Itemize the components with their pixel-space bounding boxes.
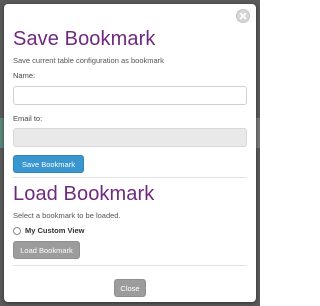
load-bookmark-description: Select a bookmark to be loaded. [13,211,121,220]
name-input[interactable] [13,86,247,105]
save-bookmark-description: Save current table configuration as book… [13,56,164,65]
section-divider [13,177,247,178]
email-label: Email to: [13,114,43,123]
bookmark-option-label[interactable]: My Custom View [25,226,84,236]
bookmark-radio[interactable] [13,227,21,235]
close-x-glyph [239,12,247,20]
save-bookmark-title: Save Bookmark [13,28,156,50]
email-input[interactable] [13,128,247,147]
load-bookmark-title: Load Bookmark [13,183,155,205]
name-label: Name: [13,71,36,80]
load-bookmark-button[interactable]: Load Bookmark [13,241,80,259]
bookmark-option[interactable]: My Custom View [13,226,84,236]
close-button[interactable]: Close [114,279,146,297]
save-bookmark-button[interactable]: Save Bookmark [13,155,84,173]
close-circle-icon[interactable] [236,9,250,23]
bookmark-modal: Save Bookmark Save current table configu… [4,4,256,302]
screen: Save Bookmark Save current table configu… [0,0,260,306]
footer-divider [13,265,247,266]
